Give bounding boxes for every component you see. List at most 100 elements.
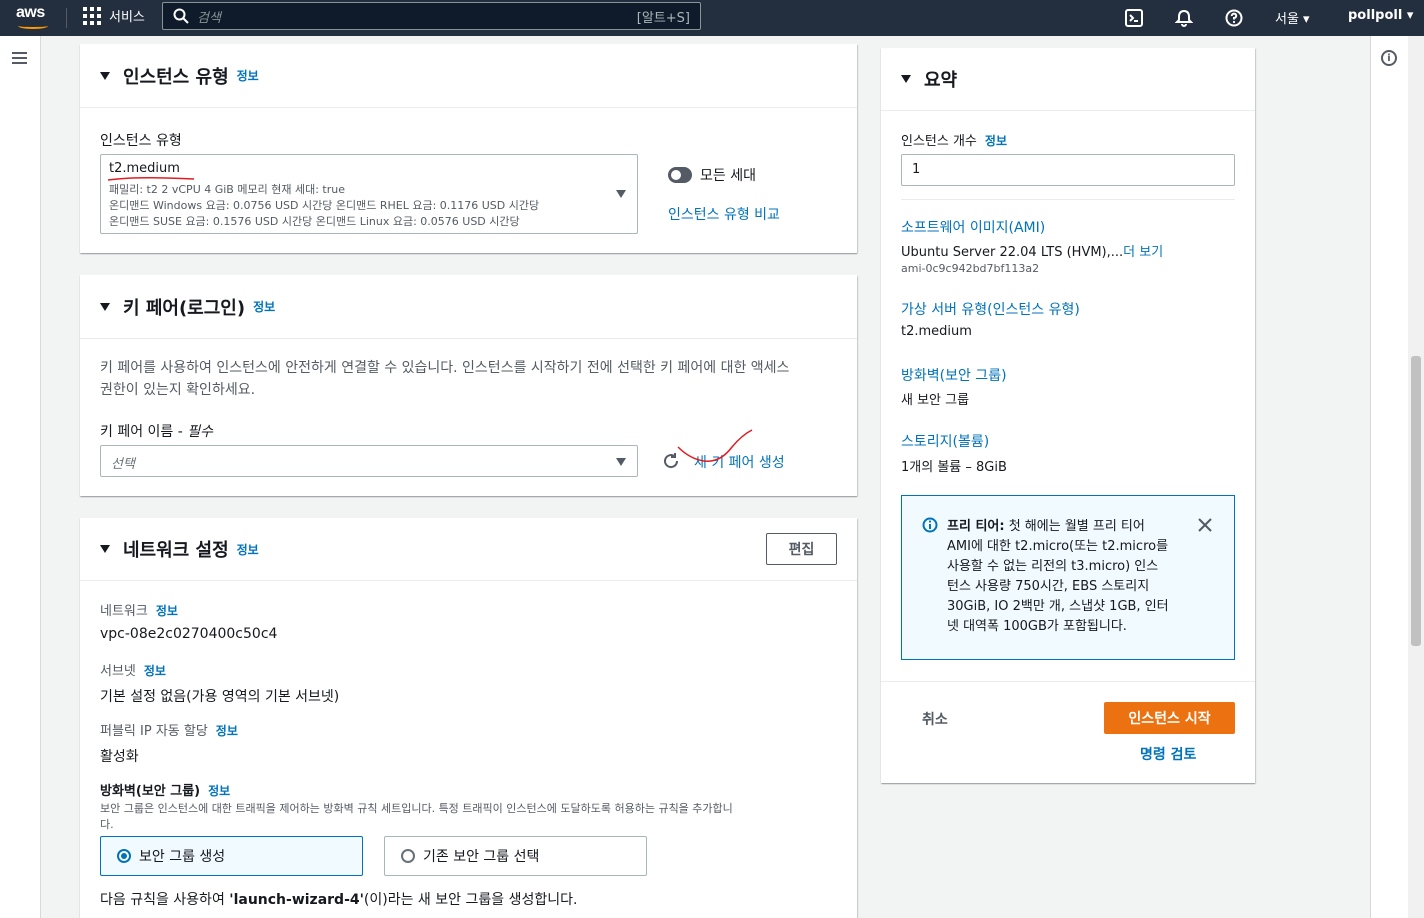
free-tier-line: 30GiB, IO 2백만 개, 스냅샷 1GB, 인터: [947, 599, 1169, 614]
key-pair-description: 키 페어를 사용하여 인스턴스에 안전하게 연결할 수 있습니다. 인스턴스를 …: [100, 360, 790, 376]
new-security-group-note: 다음 규칙을 사용하여 'launch-wizard-4'(이)라는 새 보안 …: [100, 889, 577, 909]
free-tier-line: 프리 티어: 첫 해에는 월별 프리 티어: [947, 517, 1169, 537]
key-pair-placeholder: 선택: [111, 457, 135, 472]
summary-panel: 요약 인스턴스 개수 정보 1 소프트웨어 이미지(AMI) Ubuntu Ser…: [881, 48, 1255, 783]
info-link[interactable]: 정보: [237, 67, 259, 84]
red-annotation-stroke: [677, 429, 753, 462]
network-value: vpc-08e2c0270400c50c4: [100, 626, 278, 642]
cancel-button[interactable]: 취소: [922, 709, 948, 729]
instance-type-select[interactable]: t2.medium 패밀리: t2 2 vCPU 4 GiB 메모리 현재 세대…: [100, 154, 638, 234]
info-icon: [922, 517, 938, 533]
services-menu-button[interactable]: 서비스: [83, 6, 145, 25]
info-link[interactable]: 정보: [237, 541, 259, 558]
subnet-value: 기본 설정 없음(가용 영역의 기본 서브넷): [100, 689, 340, 705]
ami-id: ami-0c9c942bd7bf113a2: [901, 262, 1040, 275]
radio-label: 기존 보안 그룹 선택: [423, 849, 540, 865]
info-link[interactable]: 정보: [208, 784, 230, 798]
compare-instance-types-link[interactable]: 인스턴스 유형 비교: [668, 204, 780, 224]
instance-count-label: 인스턴스 개수 정보: [901, 130, 1007, 149]
side-nav-strip: [0, 36, 41, 918]
scrollbar[interactable]: [1408, 36, 1424, 918]
network-label: 네트워크 정보: [100, 600, 178, 619]
ami-link[interactable]: 소프트웨어 이미지(AMI): [901, 217, 1045, 237]
key-pair-header[interactable]: 키 페어(로그인) 정보: [80, 275, 857, 339]
key-pair-name-label-text: 키 페어 이름 -: [100, 424, 188, 440]
user-menu[interactable]: pollpoll ▾: [1348, 8, 1413, 23]
storage-link[interactable]: 스토리지(볼륨): [901, 431, 989, 451]
divider: [881, 681, 1255, 682]
review-commands-link[interactable]: 명령 검토: [1140, 744, 1196, 764]
aws-logo[interactable]: aws: [16, 4, 50, 32]
required-label: 필수: [187, 424, 214, 440]
summary-header[interactable]: 요약: [881, 48, 1255, 111]
firewall-label: 방화벽(보안 그룹) 정보: [100, 780, 230, 799]
free-tier-text: 프리 티어: 첫 해에는 월별 프리 티어 AMI에 대한 t2.micro(또…: [947, 517, 1169, 637]
free-tier-line-text: 첫 해에는 월별 프리 티어: [1004, 519, 1145, 534]
bell-icon[interactable]: [1172, 6, 1196, 30]
panel-title: 키 페어(로그인): [123, 297, 246, 319]
firewall-link[interactable]: 방화벽(보안 그룹): [901, 365, 1007, 385]
public-ip-value: 활성화: [100, 749, 139, 765]
region-selector[interactable]: 서울 ▾: [1275, 8, 1310, 27]
caret-down-icon: [100, 71, 110, 80]
cloudshell-icon[interactable]: [1122, 6, 1146, 30]
search-placeholder: 검색: [197, 10, 221, 26]
public-ip-label-text: 퍼블릭 IP 자동 할당: [100, 724, 208, 739]
instance-type-detail: 패밀리: t2 2 vCPU 4 GiB 메모리 현재 세대: true: [109, 183, 345, 196]
all-generations-toggle[interactable]: [668, 167, 692, 183]
key-pair-panel: 키 페어(로그인) 정보 키 페어를 사용하여 인스턴스에 안전하게 연결할 수…: [80, 275, 857, 496]
radio-unselected-icon: [401, 849, 415, 863]
search-shortcut: [알트+S]: [636, 10, 690, 26]
aws-smile-icon: [18, 23, 48, 29]
info-link[interactable]: 정보: [144, 664, 166, 678]
divider: [901, 199, 1235, 200]
toggle-label: 모든 세대: [700, 168, 756, 184]
key-pair-select[interactable]: 선택: [100, 445, 638, 477]
grid-icon: [83, 6, 101, 25]
edit-button[interactable]: 편집: [766, 533, 837, 565]
free-tier-line: AMI에 대한 t2.micro(또는 t2.micro를: [947, 539, 1169, 554]
instance-type-detail: 온디맨드 SUSE 요금: 0.1576 USD 시간당 온디맨드 Linux …: [109, 215, 520, 228]
scrollbar-thumb[interactable]: [1411, 356, 1421, 646]
free-tier-line: 턴스 사용량 750시간, EBS 스토리지: [947, 579, 1150, 594]
network-settings-header[interactable]: 네트워크 설정 정보: [80, 518, 857, 581]
subnet-label: 서브넷 정보: [100, 660, 166, 679]
info-link[interactable]: 정보: [253, 298, 275, 315]
create-security-group-radio[interactable]: 보안 그룹 생성: [100, 836, 363, 876]
caret-down-icon: [100, 302, 110, 311]
key-pair-name-label: 키 페어 이름 - 필수: [100, 421, 213, 441]
firewall-description: 다.: [100, 818, 114, 831]
free-tier-title: 프리 티어:: [947, 519, 1005, 534]
free-tier-line: 사용할 수 없는 리전의 t3.micro) 인스: [947, 559, 1159, 574]
info-link[interactable]: 정보: [156, 604, 178, 618]
instance-count-label-text: 인스턴스 개수: [901, 134, 977, 149]
security-group-name: 'launch-wizard-4': [229, 892, 364, 908]
help-panel-strip: i: [1370, 36, 1408, 918]
free-tier-line: 넷 대역폭 100GB가 포함됩니다.: [947, 619, 1127, 634]
info-icon[interactable]: i: [1381, 50, 1397, 66]
search-input[interactable]: 검색 [알트+S]: [162, 2, 701, 30]
firewall-description: 보안 그룹은 인스턴스에 대한 트래픽을 제어하는 방화벽 규칙 세트입니다. …: [100, 802, 733, 815]
free-tier-alert: 프리 티어: 첫 해에는 월별 프리 티어 AMI에 대한 t2.micro(또…: [901, 495, 1235, 660]
info-link[interactable]: 정보: [985, 134, 1007, 148]
close-icon[interactable]: [1198, 518, 1212, 532]
storage-value: 1개의 볼륨 – 8GiB: [901, 460, 1007, 475]
virtual-server-type-link[interactable]: 가상 서버 유형(인스턴스 유형): [901, 299, 1080, 319]
caret-down-icon: [100, 545, 110, 553]
select-existing-security-group-radio[interactable]: 기존 보안 그룹 선택: [384, 836, 647, 876]
virtual-server-type-value: t2.medium: [901, 324, 972, 339]
instance-type-value: t2.medium: [109, 161, 180, 176]
search-icon: [173, 8, 189, 24]
note-text: (이)라는 새 보안 그룹을 생성합니다.: [363, 892, 578, 908]
menu-icon[interactable]: [12, 52, 27, 64]
firewall-value: 새 보안 그룹: [901, 393, 970, 408]
instance-type-header[interactable]: 인스턴스 유형 정보: [80, 44, 857, 108]
instance-count-input[interactable]: 1: [901, 154, 1235, 186]
instance-type-label: 인스턴스 유형: [100, 133, 182, 149]
instance-count-value: 1: [912, 162, 921, 177]
help-icon[interactable]: [1222, 6, 1246, 30]
network-settings-panel: 네트워크 설정 정보 편집 네트워크 정보 vpc-08e2c0270400c50…: [80, 518, 857, 918]
launch-instance-button[interactable]: 인스턴스 시작: [1104, 702, 1235, 734]
info-link[interactable]: 정보: [216, 724, 238, 738]
show-more-link[interactable]: 더 보기: [1123, 245, 1163, 260]
